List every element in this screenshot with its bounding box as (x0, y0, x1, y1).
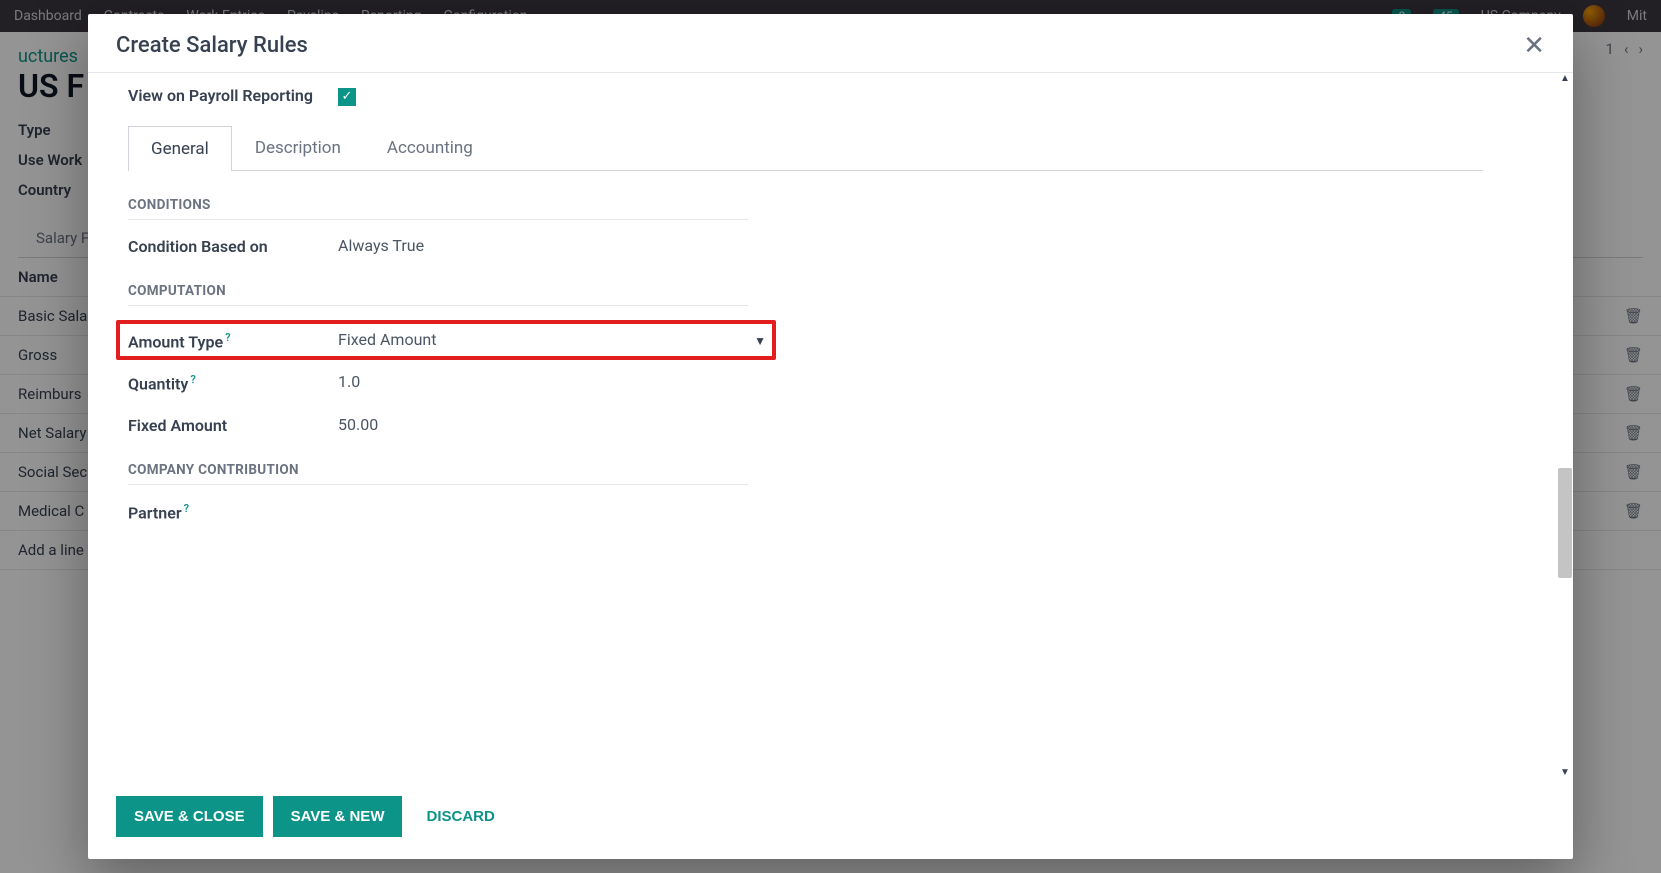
help-icon[interactable]: ? (225, 331, 230, 344)
close-icon: ✕ (1523, 30, 1545, 60)
section-head-conditions: CONDITIONS (128, 197, 748, 220)
tab-general[interactable]: General (128, 126, 232, 171)
save-new-button[interactable]: SAVE & NEW (273, 796, 403, 837)
help-icon[interactable]: ? (190, 373, 195, 386)
fixed-amount-input[interactable]: 50.00 (338, 413, 748, 434)
section-head-computation: COMPUTATION (128, 283, 748, 306)
field-label-amount-type: Amount Type? (128, 328, 338, 354)
tabs: General Description Accounting (128, 125, 1483, 171)
tab-accounting[interactable]: Accounting (364, 125, 496, 170)
create-salary-rules-modal: Create Salary Rules ✕ View on Payroll Re… (88, 14, 1573, 859)
discard-button[interactable]: DISCARD (412, 796, 512, 837)
chevron-down-icon: ▼ (754, 334, 766, 348)
section-head-company-contribution: COMPANY CONTRIBUTION (128, 462, 748, 485)
modal-title: Create Salary Rules (116, 33, 308, 58)
view-on-payroll-checkbox[interactable]: ✓ (338, 88, 356, 106)
field-label-view-on-payroll: View on Payroll Reporting (128, 83, 338, 107)
modal-body[interactable]: View on Payroll Reporting ✓ General Desc… (88, 73, 1573, 779)
modal-footer: SAVE & CLOSE SAVE & NEW DISCARD (88, 779, 1573, 859)
amount-type-select[interactable]: Fixed Amount ▼ (338, 328, 770, 349)
field-label-partner: Partner? (128, 499, 338, 525)
field-label-condition-based-on: Condition Based on (128, 234, 338, 258)
check-icon: ✓ (342, 89, 353, 104)
highlighted-amount-type-row: Amount Type? Fixed Amount ▼ (116, 320, 776, 360)
field-label-fixed-amount: Fixed Amount (128, 413, 338, 437)
tab-description[interactable]: Description (232, 125, 364, 170)
help-icon[interactable]: ? (184, 502, 189, 515)
close-button[interactable]: ✕ (1523, 32, 1545, 58)
quantity-input[interactable]: 1.0 (338, 370, 748, 391)
amount-type-value: Fixed Amount (338, 330, 436, 349)
partner-input[interactable] (338, 499, 748, 501)
condition-based-on-value[interactable]: Always True (338, 234, 748, 255)
field-label-quantity: Quantity? (128, 370, 338, 396)
save-close-button[interactable]: SAVE & CLOSE (116, 796, 263, 837)
